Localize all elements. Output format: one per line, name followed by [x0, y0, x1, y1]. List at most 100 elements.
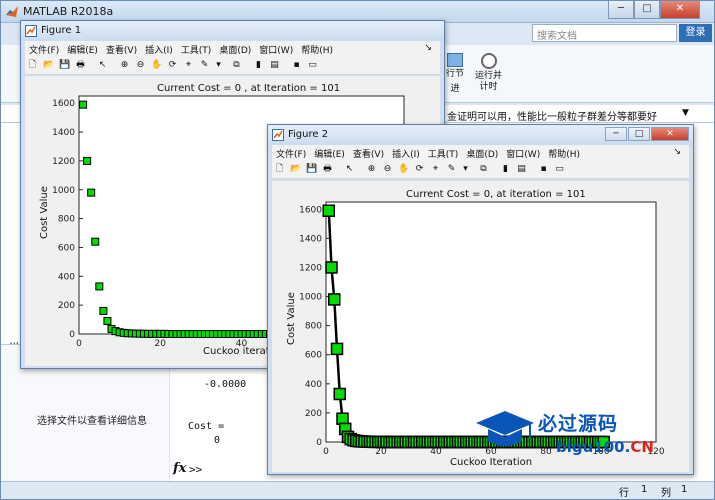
address-text: 金证明可以用，性能比一般粒子群差分等都要好	[447, 112, 657, 123]
y-tick-label: 1600	[52, 99, 75, 109]
y-tick-label: 0	[316, 438, 322, 448]
data-point	[83, 156, 92, 165]
doc-search-input[interactable]: 搜索文档	[532, 24, 677, 42]
menu-edit[interactable]: 编辑(E)	[63, 41, 102, 58]
x-tick-label: 40	[430, 447, 442, 457]
menu-file[interactable]: 文件(F)	[25, 41, 63, 58]
y-tick-label: 1200	[299, 263, 322, 273]
figure-2-titlebar: Figure 2 ─ □ ✕	[268, 125, 693, 145]
data-point	[95, 282, 104, 291]
y-tick-label: 800	[58, 215, 75, 225]
data-point	[103, 317, 112, 326]
watermark-title: 必过源码	[538, 413, 619, 435]
command-output-line: Cost =	[188, 421, 225, 432]
y-tick-label: 600	[305, 351, 322, 361]
menu-window[interactable]: 窗口(W)	[255, 41, 297, 58]
site-watermark: 必过源码 bigu100.CN	[470, 403, 680, 465]
row-label: 行	[619, 488, 629, 499]
edit-plot-icon[interactable]: ↖	[97, 60, 108, 71]
minimize-button[interactable]: ─	[608, 1, 634, 19]
menu-insert[interactable]: 插入(I)	[141, 41, 177, 58]
open-file-icon[interactable]: 📂	[43, 60, 54, 71]
edit-plot-icon[interactable]: ↖	[344, 164, 355, 175]
brush-icon[interactable]: ✎	[199, 60, 210, 71]
figure-1-titlebar: Figure 1	[21, 21, 444, 41]
close-button[interactable]: ✕	[651, 127, 689, 141]
save-icon[interactable]: 💾	[306, 164, 317, 175]
run-and-time-button[interactable]: 运行并 计时	[475, 53, 502, 93]
zoom-out-icon[interactable]: ⊖	[135, 60, 146, 71]
zoom-in-icon[interactable]: ⊕	[366, 164, 377, 175]
menu-desktop[interactable]: 桌面(D)	[462, 145, 502, 162]
data-point	[79, 100, 88, 109]
link-plot-icon[interactable]: ⧉	[478, 164, 489, 175]
brush-icon[interactable]: ✎	[446, 164, 457, 175]
maximize-button[interactable]: □	[628, 127, 650, 141]
link-plot-icon[interactable]: ⧉	[231, 60, 242, 71]
new-figure-icon[interactable]: 🗋	[274, 164, 285, 175]
hide-tools-icon[interactable]: ▪	[538, 164, 549, 175]
maximize-button[interactable]: □	[634, 1, 660, 19]
y-tick-label: 1400	[299, 234, 322, 244]
window-title: MATLAB R2018a	[23, 5, 114, 18]
figure-icon	[272, 129, 284, 141]
menu-insert[interactable]: 插入(I)	[388, 145, 424, 162]
y-tick-label: 1400	[52, 128, 75, 138]
menu-tools[interactable]: 工具(T)	[424, 145, 463, 162]
colorbar-icon[interactable]: ▮	[500, 164, 511, 175]
save-icon[interactable]: 💾	[59, 60, 70, 71]
run-section-button[interactable]: 行节 进	[446, 53, 464, 95]
legend-icon[interactable]: ▤	[269, 60, 280, 71]
y-tick-label: 1600	[299, 205, 322, 215]
new-figure-icon[interactable]: 🗋	[27, 60, 38, 71]
chevron-down-icon[interactable]: ▾	[460, 164, 471, 175]
data-point	[325, 261, 338, 274]
chevron-down-icon[interactable]: ▼	[682, 108, 689, 118]
dock-arrow-icon[interactable]: ↘	[420, 41, 436, 55]
data-point	[328, 293, 341, 306]
menu-tools[interactable]: 工具(T)	[177, 41, 216, 58]
data-cursor-icon[interactable]: ⌖	[430, 164, 441, 175]
x-tick-label: 20	[375, 447, 387, 457]
command-output-line: 0	[214, 435, 221, 446]
command-prompt[interactable]: >>	[189, 463, 202, 476]
open-file-icon[interactable]: 📂	[290, 164, 301, 175]
rotate-3d-icon[interactable]: ⟳	[414, 164, 425, 175]
login-button[interactable]: 登录	[679, 24, 712, 42]
colorbar-icon[interactable]: ▮	[253, 60, 264, 71]
y-tick-label: 1200	[52, 157, 75, 167]
figure-window-controls: ─ □ ✕	[604, 127, 689, 141]
figure-title: Figure 2	[288, 129, 329, 140]
show-tools-icon[interactable]: ▭	[554, 164, 565, 175]
menu-view[interactable]: 查看(V)	[349, 145, 388, 162]
menu-file[interactable]: 文件(F)	[272, 145, 310, 162]
close-button[interactable]: ✕	[660, 1, 700, 19]
run-section-icon	[447, 53, 463, 67]
dock-arrow-icon[interactable]: ↘	[669, 145, 685, 159]
chevron-down-icon[interactable]: ▾	[213, 60, 224, 71]
command-output-line: -0.0000	[204, 379, 247, 390]
rotate-3d-icon[interactable]: ⟳	[167, 60, 178, 71]
hide-tools-icon[interactable]: ▪	[291, 60, 302, 71]
data-cursor-icon[interactable]: ⌖	[183, 60, 194, 71]
menu-help[interactable]: 帮助(H)	[297, 41, 337, 58]
fx-icon[interactable]: fx	[173, 461, 186, 476]
pan-icon[interactable]: ✋	[151, 60, 162, 71]
menu-edit[interactable]: 编辑(E)	[310, 145, 349, 162]
zoom-in-icon[interactable]: ⊕	[119, 60, 130, 71]
figure-icon	[25, 25, 37, 37]
pan-icon[interactable]: ✋	[398, 164, 409, 175]
menu-window[interactable]: 窗口(W)	[502, 145, 544, 162]
y-tick-label: 200	[305, 409, 322, 419]
menu-help[interactable]: 帮助(H)	[544, 145, 584, 162]
print-icon[interactable]: 🖶	[322, 164, 333, 175]
minimize-button[interactable]: ─	[605, 127, 627, 141]
menu-view[interactable]: 查看(V)	[102, 41, 141, 58]
menu-desktop[interactable]: 桌面(D)	[215, 41, 255, 58]
legend-icon[interactable]: ▤	[516, 164, 527, 175]
window-controls: ─ □ ✕	[608, 1, 700, 19]
zoom-out-icon[interactable]: ⊖	[382, 164, 393, 175]
data-point	[87, 188, 96, 197]
show-tools-icon[interactable]: ▭	[307, 60, 318, 71]
print-icon[interactable]: 🖶	[75, 60, 86, 71]
